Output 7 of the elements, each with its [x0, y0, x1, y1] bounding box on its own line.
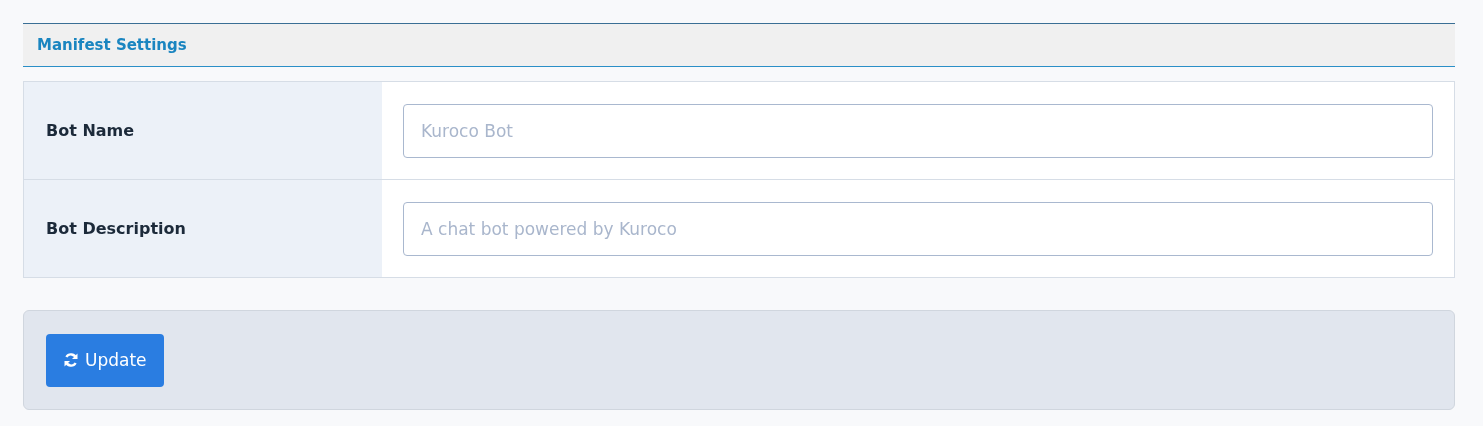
refresh-icon	[63, 352, 79, 368]
input-field[interactable]: Kuroco Bot	[403, 103, 1433, 158]
field-label: Bot Description	[24, 180, 382, 277]
field-label: Bot Name	[24, 82, 382, 179]
section-title: Manifest Settings	[37, 36, 187, 54]
input-field[interactable]: A chat bot powered by Kuroco	[403, 201, 1433, 256]
update-button[interactable]: Update	[46, 333, 164, 387]
